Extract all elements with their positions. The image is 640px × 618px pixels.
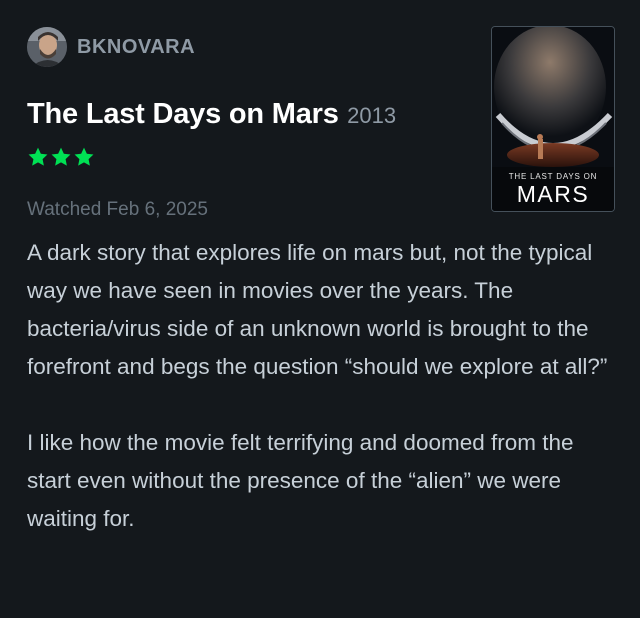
avatar[interactable]	[27, 27, 67, 67]
person-portrait-icon	[27, 27, 67, 67]
poster-title: MARS	[517, 181, 589, 207]
star-rating	[27, 146, 95, 168]
review-paragraph-2: I like how the movie felt terrifying and…	[27, 430, 574, 531]
poster-tagline: THE LAST DAYS ON	[509, 172, 598, 181]
film-year[interactable]: 2013	[347, 103, 396, 128]
username[interactable]: BKNOVARA	[77, 36, 195, 59]
star-icon	[28, 147, 48, 166]
film-heading: The Last Days on Mars 2013	[27, 98, 396, 131]
film-title[interactable]: The Last Days on Mars	[27, 98, 339, 130]
star-icon	[51, 147, 71, 166]
poster-artwork: THE LAST DAYS ON MARS	[492, 27, 614, 211]
watched-date: Watched Feb 6, 2025	[27, 199, 208, 220]
review-body: A dark story that explores life on mars …	[27, 234, 617, 538]
film-poster[interactable]: THE LAST DAYS ON MARS	[491, 26, 615, 212]
review-paragraph-1: A dark story that explores life on mars …	[27, 240, 608, 379]
star-icon	[74, 147, 94, 166]
